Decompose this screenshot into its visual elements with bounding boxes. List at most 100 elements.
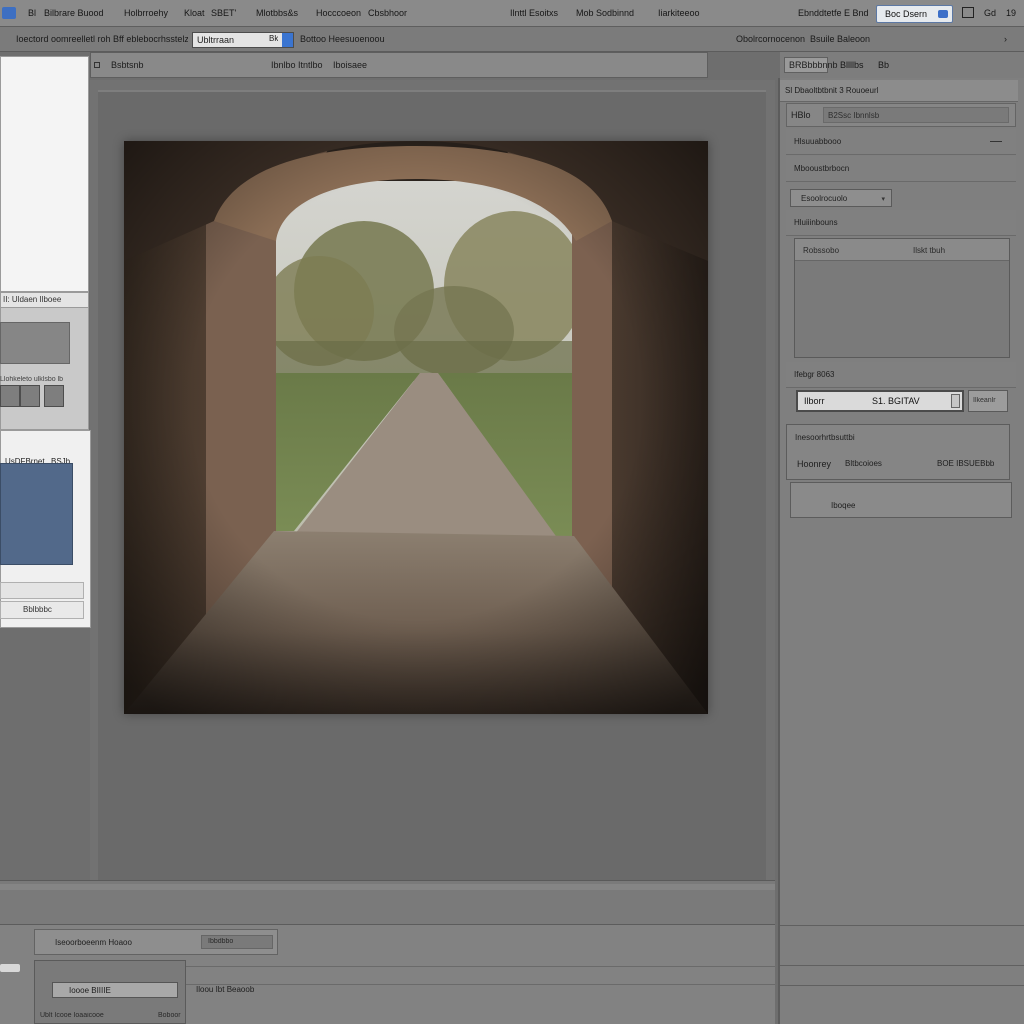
options-group: Inesoorhrtbsuttbi Hoonrey Bltbcoioes BOE… [786, 424, 1010, 480]
row-label: Ifebgr 8063 [794, 370, 835, 379]
bottom-field-value: Ioooe BIIIIE [69, 986, 111, 995]
options-label: Ioectord oomreelletl roh Bff eblebocrhss… [16, 34, 188, 44]
menu-item[interactable]: Bilbrare Buood [44, 8, 104, 18]
left-panel-section-header: II: Uldaen Ilboee [1, 293, 88, 308]
right-panel-header: Sl Dbaoltbtbnit 3 Rouoeurl [780, 80, 1018, 102]
menu-item[interactable]: Mlotbbs&s [256, 8, 298, 18]
color-picker-field[interactable] [0, 463, 73, 565]
value-input-label: Ilborr [804, 396, 825, 406]
apply-button-label: Ilkeanlr [973, 397, 996, 404]
option-b[interactable]: Bltbcoioes [845, 459, 882, 468]
divider [186, 984, 775, 985]
value-input[interactable]: Ilborr S1. BGITAV [796, 390, 964, 412]
swatch-button[interactable] [44, 385, 64, 407]
divider [780, 925, 1024, 926]
right-panel-row: Mbooustbrbocn [786, 156, 1016, 182]
name-row-field[interactable]: B2Ssc Ibnnlsb [823, 107, 1009, 123]
color-swatch[interactable] [0, 322, 70, 364]
options-group-title: Inesoorhrtbsuttbi [795, 433, 855, 442]
menu-item[interactable]: Hocccoeon [316, 8, 361, 18]
tunnel-path-image [124, 141, 708, 714]
menu-bar: Bl Bilbrare Buood Holbrroehy Kloat SBET'… [0, 0, 1024, 27]
status-text: Ublt Icooe Ioaaicooe [40, 1012, 104, 1019]
account-label[interactable]: Ebnddtetfe E Bndtl [798, 8, 868, 18]
tab-secondary[interactable]: Ibnlbo Itntlbo [271, 60, 323, 70]
bottom-panel-tab[interactable]: Iseoorboeenm Hoaoo Ibbdbbo [34, 929, 278, 955]
bottom-tab-pill-label: Ibbdbbo [208, 938, 234, 945]
document-image[interactable] [124, 141, 708, 714]
search-icon [938, 10, 948, 18]
tab-grip-icon[interactable] [94, 62, 100, 68]
document-tab-bar: Bsbtsnb Ibnlbo Itntlbo Iboisaee [90, 52, 708, 78]
option-c[interactable]: BOE IBSUEBbb [937, 459, 994, 468]
left-panel-sub-label: Llohkeleto ulklsbo lb [0, 376, 64, 383]
name-row-label: HBlo [791, 110, 811, 120]
divider [780, 965, 1024, 966]
menu-item[interactable]: Holbrroehy [124, 8, 168, 18]
right-panel-name-row: HBlo B2Ssc Ibnnlsb [786, 103, 1016, 127]
right-panel-row: Ifebgr 8063 [786, 362, 1016, 388]
divider [780, 985, 1024, 986]
row-label: Mbooustbrbocn [794, 164, 850, 173]
right-panel-row: Hluiiinbouns [786, 210, 1016, 236]
divider [186, 966, 775, 967]
chevron-down-icon: ▾ [881, 196, 885, 203]
options-right-label-2[interactable]: Bsuile Baleoon [810, 34, 870, 44]
row-label: Hluiiinbouns [794, 218, 838, 227]
chevron-right-icon[interactable]: › [1004, 34, 1007, 44]
options-field-button[interactable] [282, 33, 293, 47]
menu-item[interactable]: Cbsbhoor [368, 8, 407, 18]
tab-primary[interactable]: BRBbbbnnb [784, 57, 838, 73]
stepper-icon[interactable] [951, 394, 960, 408]
properties-table-header: Robssobo Ilskt tbuh [795, 239, 1009, 261]
search-field[interactable]: Boc Dsern [876, 5, 953, 23]
left-panel-section-title: II: Uldaen Ilboee [3, 295, 62, 304]
tab-tertiary[interactable]: Iboisaee [333, 60, 367, 70]
footer-button-label: Iboqee [831, 501, 856, 510]
column-header: Robssobo [803, 246, 840, 255]
left-panel-button-label: Bblbbbc [23, 605, 52, 614]
menu-item[interactable]: Iiarkiteeoo [658, 8, 700, 18]
menu-right-a[interactable]: Gd [984, 8, 996, 18]
options-bar: Ioectord oomreelletl roh Bff eblebocrhss… [0, 27, 1024, 52]
apply-button[interactable]: Ilkeanlr [968, 390, 1008, 412]
status-text-right: Boboor [158, 1012, 181, 1019]
menu-right-b[interactable]: 19 [1006, 8, 1016, 18]
app-logo-icon[interactable] [2, 7, 16, 19]
mode-select[interactable]: Esoolrocuolo ▾ [790, 189, 892, 207]
tab-properties[interactable]: Bllllbs [840, 60, 864, 70]
menu-item[interactable]: SBET' [211, 8, 236, 18]
tab-primary-label: BRBbbbnnb [789, 60, 838, 70]
scrollbar-thumb[interactable] [0, 884, 775, 890]
bottom-left-toggle[interactable] [0, 964, 20, 972]
menu-item[interactable]: Mob Sodbinnd [576, 8, 634, 18]
left-panel-input[interactable] [0, 582, 84, 599]
options-field-value: Ubltrraan [197, 35, 235, 45]
tab-extra[interactable]: Bb [878, 60, 889, 70]
option-a[interactable]: Hoonrey [797, 459, 831, 469]
tab-document[interactable]: Bsbtsnb [111, 60, 144, 70]
collapse-icon[interactable] [990, 141, 1002, 142]
bottom-tab-pill[interactable]: Ibbdbbo [201, 935, 273, 949]
swatch-button[interactable] [20, 385, 40, 407]
options-field[interactable]: Ubltrraan [192, 32, 294, 48]
right-panel-row[interactable]: Hlsuuabbooo [786, 129, 1016, 155]
swatch-button[interactable] [0, 385, 20, 407]
menu-item[interactable]: Kloat [184, 8, 205, 18]
options-right-label[interactable]: Obolrcornocenon [736, 34, 805, 44]
bottom-tab-label: Iseoorboeenm Hoaoo [55, 938, 132, 947]
right-panel-footer-button[interactable]: Iboqee [790, 482, 1012, 518]
left-panel-preview [0, 56, 89, 292]
window-icon[interactable] [962, 7, 974, 18]
value-input-value: S1. BGITAV [872, 396, 920, 406]
bottom-panel-field[interactable]: Ioooe BIIIIE [52, 982, 178, 998]
bottom-panel-label: Iloou Ibt Beaoob [196, 985, 255, 994]
menu-item[interactable]: Bl [28, 8, 36, 18]
row-label: Hlsuuabbooo [794, 137, 842, 146]
name-row-value: B2Ssc Ibnnlsb [828, 111, 880, 120]
left-panel-button[interactable]: Bblbbbc [0, 601, 84, 619]
options-label-2[interactable]: Bottoo Heesuoenoou [300, 34, 385, 44]
options-field-btn-label: Bk [269, 34, 279, 43]
column-header: Ilskt tbuh [913, 246, 946, 255]
menu-item[interactable]: Ilnttl Esoitxs [510, 8, 558, 18]
